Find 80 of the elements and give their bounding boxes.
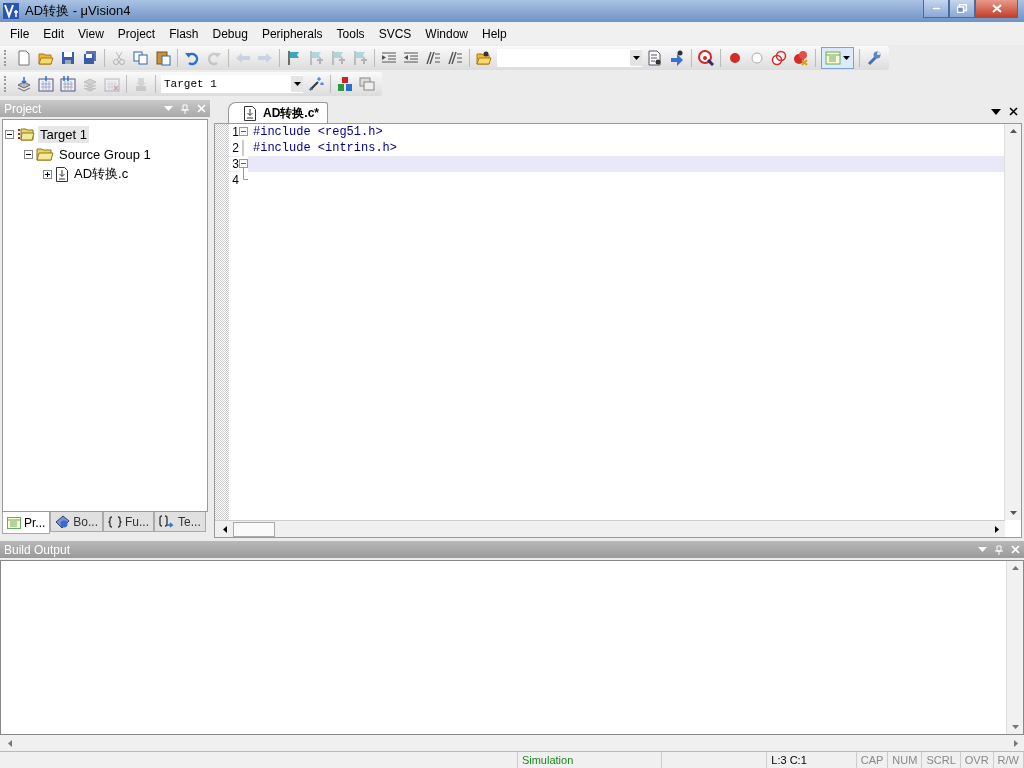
cursor-position: L:3 C:1: [767, 752, 857, 768]
menu-item[interactable]: SVCS: [371, 26, 419, 41]
vertical-scrollbar[interactable]: [1006, 561, 1023, 734]
pane-tab[interactable]: Fu...: [103, 512, 155, 532]
tree-item[interactable]: Target 1: [38, 125, 89, 143]
scroll-right-icon[interactable]: [995, 525, 999, 533]
window-icon: [7, 516, 21, 529]
menu-item[interactable]: File: [3, 26, 37, 41]
scroll-thumb[interactable]: [233, 521, 275, 537]
menu-item[interactable]: Peripherals: [254, 26, 330, 41]
fold-end-icon: [243, 172, 248, 180]
caret-icon: [632, 56, 640, 60]
key-indicator: R/W: [993, 752, 1024, 768]
pin-icon[interactable]: [995, 544, 1003, 555]
toolbar-grip[interactable]: [4, 50, 9, 66]
magnifier-icon[interactable]: [695, 47, 717, 69]
minimize-icon: [931, 7, 941, 10]
menu-item[interactable]: Flash: [162, 26, 206, 41]
fold-line-icon: [242, 140, 244, 156]
key-indicator: NUM: [888, 752, 923, 768]
app-logo-icon: [3, 3, 19, 19]
grid-arrows-icon[interactable]: [57, 73, 79, 95]
window-icon: [825, 50, 841, 66]
scroll-left-icon[interactable]: [223, 525, 227, 533]
key-indicator: SCRL: [922, 752, 961, 768]
menu-item[interactable]: Project: [110, 26, 163, 41]
scroll-down-icon[interactable]: [1011, 725, 1019, 729]
pane-title: Project: [4, 101, 43, 116]
folder-icon: [17, 127, 35, 141]
line-number: 3: [229, 157, 239, 171]
dropdown-icon[interactable]: [991, 108, 1001, 115]
file-tab[interactable]: AD转换.c*: [228, 102, 328, 123]
file-icon: [55, 166, 69, 182]
minimize-button[interactable]: [923, 0, 949, 18]
tree-item[interactable]: AD转换.c: [72, 164, 131, 184]
collapse-box-icon[interactable]: [24, 149, 33, 159]
expand-box-icon[interactable]: [43, 169, 52, 179]
target-dropdown[interactable]: Target 1: [161, 75, 303, 93]
window-title: AD转换 - μVision4: [25, 2, 132, 20]
window-dropdown-button[interactable]: [821, 47, 854, 69]
pane-tab[interactable]: Bo...: [50, 512, 104, 532]
toolbar-grip[interactable]: [4, 76, 9, 92]
close-icon: [991, 4, 1002, 13]
folder-icon: [36, 147, 54, 161]
caret-icon: [293, 82, 301, 86]
close-icon[interactable]: [1009, 107, 1018, 116]
scroll-down-icon[interactable]: [1009, 511, 1017, 515]
key-indicator: CAP: [856, 752, 889, 768]
menu-item[interactable]: Help: [475, 26, 514, 41]
scroll-up-icon[interactable]: [1009, 129, 1017, 133]
braces-icon: [108, 515, 123, 528]
braces-arrow-icon: [159, 515, 176, 528]
restore-icon: [957, 4, 967, 13]
scroll-up-icon[interactable]: [1011, 566, 1019, 570]
menu-item[interactable]: Debug: [205, 26, 255, 41]
key-indicator: OVR: [960, 752, 994, 768]
line-number: 2: [229, 141, 239, 155]
fold-box-icon[interactable]: [239, 156, 248, 172]
book-icon: [55, 514, 71, 529]
vertical-scrollbar[interactable]: [1004, 124, 1021, 520]
pane-tab[interactable]: Te...: [154, 512, 206, 532]
file-icon: [243, 105, 257, 121]
pane-title: Build Output: [4, 542, 72, 557]
caret-icon: [843, 56, 850, 60]
collapse-box-icon[interactable]: [5, 129, 14, 139]
pane-tab[interactable]: Pr...: [2, 512, 51, 534]
menu-item[interactable]: Window: [418, 26, 475, 41]
menu-item[interactable]: Edit: [36, 26, 72, 41]
grid-arrow-icon[interactable]: [35, 73, 57, 95]
horizontal-scrollbar[interactable]: [215, 520, 1005, 537]
restore-button[interactable]: [949, 0, 975, 18]
pin-icon[interactable]: [181, 103, 189, 114]
close-button[interactable]: [975, 0, 1018, 18]
tree-item[interactable]: Source Group 1: [57, 145, 153, 163]
menu-item[interactable]: View: [71, 26, 111, 41]
menu-item[interactable]: Tools: [329, 26, 372, 41]
line-number: 4: [229, 173, 239, 187]
code-text: #include <intrins.h>: [253, 141, 398, 155]
code-text: #include <reg51.h>: [253, 125, 383, 139]
debug-mode-status: Simulation: [517, 752, 663, 768]
